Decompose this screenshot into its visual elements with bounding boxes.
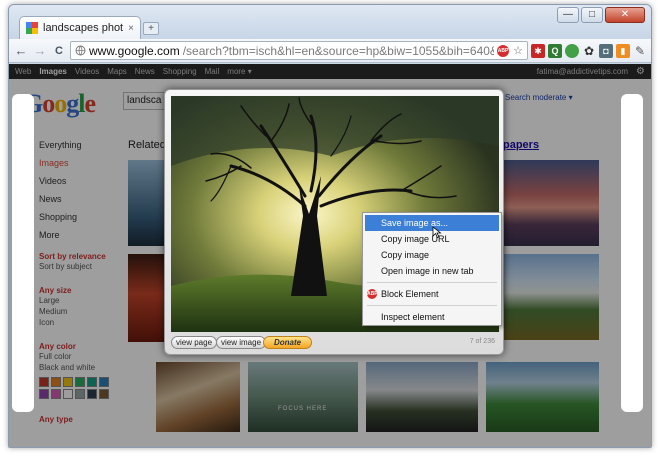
maximize-button[interactable]: □ bbox=[581, 7, 603, 23]
image-counter: 7 of 236 bbox=[469, 338, 495, 345]
view-page-button[interactable]: view page bbox=[171, 336, 218, 349]
bookmark-star-icon[interactable]: ☆ bbox=[512, 45, 524, 57]
forward-button[interactable]: → bbox=[32, 43, 48, 59]
paw-icon[interactable]: ✿ bbox=[582, 44, 596, 58]
window-controls: — □ ✕ bbox=[557, 7, 645, 23]
menu-separator bbox=[367, 305, 497, 306]
mouse-cursor-icon bbox=[432, 226, 442, 238]
back-button[interactable]: ← bbox=[13, 43, 29, 59]
menu-copy-image[interactable]: Copy image bbox=[365, 247, 499, 263]
orange-ext-icon[interactable]: ▮ bbox=[616, 43, 630, 58]
address-bar[interactable]: www.google.com/search?tbm=isch&hl=en&sou… bbox=[70, 41, 528, 60]
menu-block-element[interactable]: ABP Block Element bbox=[365, 286, 499, 302]
left-scroll-panel[interactable] bbox=[12, 94, 34, 412]
url-host: www.google.com bbox=[89, 43, 180, 58]
green-circle-icon[interactable] bbox=[565, 43, 579, 58]
close-window-button[interactable]: ✕ bbox=[605, 7, 645, 23]
menu-inspect-element[interactable]: Inspect element bbox=[365, 309, 499, 325]
minimize-button[interactable]: — bbox=[557, 7, 579, 23]
close-tab-icon[interactable]: × bbox=[128, 23, 134, 34]
browser-toolbar: ← → C www.google.com/search?tbm=isch&hl=… bbox=[9, 39, 651, 63]
green-ext-icon[interactable]: Q bbox=[548, 43, 562, 58]
donate-button[interactable]: Donate bbox=[263, 336, 313, 349]
page-globe-icon bbox=[74, 45, 86, 57]
abp-icon[interactable]: ABP bbox=[497, 44, 509, 57]
menu-separator bbox=[367, 282, 497, 283]
url-path: /search?tbm=isch&hl=en&source=hp&biw=105… bbox=[182, 43, 494, 58]
new-tab-button[interactable]: + bbox=[143, 22, 159, 35]
reload-button[interactable]: C bbox=[51, 43, 67, 59]
tab-landscapes[interactable]: landscapes photograp × bbox=[19, 16, 141, 39]
right-scroll-panel[interactable] bbox=[621, 94, 643, 412]
google-favicon-icon bbox=[26, 22, 38, 34]
camera-icon[interactable]: ◘ bbox=[599, 43, 613, 58]
menu-block-element-label: Block Element bbox=[381, 289, 439, 299]
view-image-button[interactable]: view image bbox=[216, 336, 267, 349]
title-bar: landscapes photograp × + — □ ✕ bbox=[9, 5, 651, 39]
tab-title: landscapes photograp bbox=[43, 22, 124, 34]
abp-icon: ABP bbox=[367, 289, 378, 299]
menu-open-image-new-tab[interactable]: Open image in new tab bbox=[365, 263, 499, 279]
wrench-icon[interactable]: ✎ bbox=[633, 44, 647, 58]
red-ext-icon[interactable]: ✱ bbox=[531, 43, 545, 58]
